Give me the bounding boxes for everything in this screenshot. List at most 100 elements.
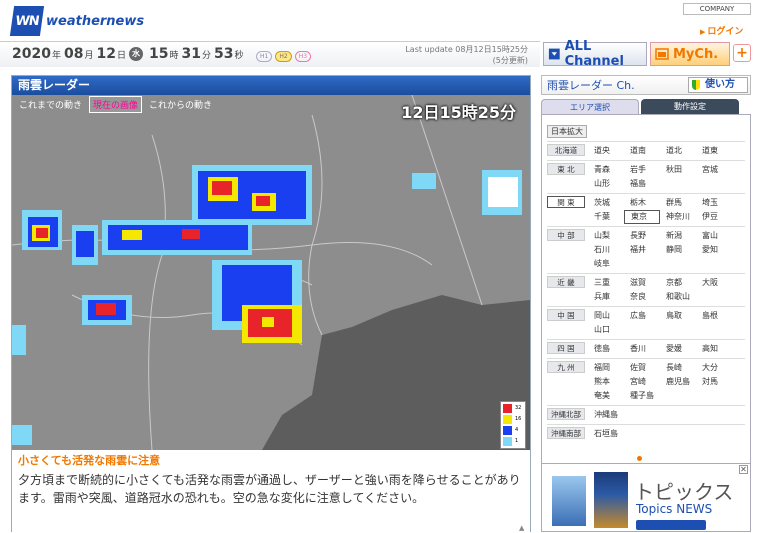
forecast-comment: 小さくても活発な雨雲に注意 夕方頃まで断続的に小さくても活発な雨雲が通過し、ザー… [12, 450, 530, 533]
region-row: 沖縄北部 沖縄島 [547, 405, 745, 424]
my-channel-tab[interactable]: MyCh. [650, 42, 730, 66]
region-row: 沖縄南部 石垣島 [547, 424, 745, 443]
add-channel-button[interactable]: + [733, 44, 751, 62]
prefecture-link[interactable]: 鹿児島 [660, 375, 696, 389]
region-label[interactable]: 北海道 [547, 144, 585, 156]
region-label[interactable]: 中 部 [547, 229, 585, 241]
prefecture-link[interactable]: 愛媛 [660, 342, 696, 356]
tab-current[interactable]: 現在の画像 [89, 96, 143, 113]
prefecture-link[interactable]: 道央 [588, 144, 624, 158]
prefecture-link[interactable]: 大分 [696, 361, 732, 375]
h1-button[interactable]: H1 [256, 51, 273, 62]
comment-headline: 小さくても活発な雨雲に注意 [18, 454, 161, 467]
prefecture-link[interactable]: 岐阜 [588, 257, 624, 271]
prefecture-link[interactable]: 沖縄島 [588, 408, 624, 422]
login-link[interactable]: ログイン [700, 24, 743, 37]
prefecture-link[interactable]: 熊本 [588, 375, 624, 389]
prefecture-link[interactable]: 石垣島 [588, 427, 624, 441]
prefecture-link[interactable]: 鳥取 [660, 309, 696, 323]
prefecture-link[interactable]: 静岡 [660, 243, 696, 257]
prefecture-link[interactable]: 山形 [588, 177, 624, 191]
prefecture-link[interactable]: 新潟 [660, 229, 696, 243]
region-row: 四 国徳島 香川 愛媛 高知 [547, 339, 745, 358]
weekday-badge: 水 [128, 47, 143, 61]
topics-banner[interactable]: ✕ トピックス Topics NEWS [541, 463, 751, 532]
prefecture-link[interactable]: 道東 [696, 144, 732, 158]
prefecture-link[interactable]: 岩手 [624, 163, 660, 177]
h2-button[interactable]: H2 [275, 51, 292, 62]
prefecture-link[interactable]: 伊豆 [696, 210, 732, 224]
region-label[interactable]: 沖縄南部 [547, 427, 585, 439]
prefecture-link[interactable]: 和歌山 [660, 290, 696, 304]
region-label[interactable]: 中 国 [547, 309, 585, 321]
prefecture-list: 三重 滋賀 京都 大阪兵庫 奈良 和歌山 [588, 276, 738, 304]
prefecture-link[interactable]: 香川 [624, 342, 660, 356]
prefecture-link[interactable]: 奈良 [624, 290, 660, 304]
prefecture-link[interactable]: 対馬 [696, 375, 732, 389]
prefecture-link[interactable]: 富山 [696, 229, 732, 243]
tab-past[interactable]: これまでの動き [16, 97, 85, 112]
legend-swatch-blue [503, 426, 512, 435]
prefecture-link[interactable]: 東京 [624, 210, 660, 224]
prefecture-link[interactable]: 京都 [660, 276, 696, 290]
tab-area-select[interactable]: エリア選択 [541, 99, 639, 114]
radar-map[interactable]: 12日15時25分 32 16 4 1 [12, 95, 530, 450]
prefecture-link[interactable]: 茨城 [588, 196, 624, 210]
folder-icon [655, 48, 669, 60]
region-label[interactable]: 四 国 [547, 342, 585, 354]
prefecture-link[interactable]: 広島 [624, 309, 660, 323]
prefecture-link[interactable]: 秋田 [660, 163, 696, 177]
prefecture-link[interactable]: 島根 [696, 309, 732, 323]
region-label[interactable]: 九 州 [547, 361, 585, 373]
legend-label: 1 [515, 438, 519, 444]
prefecture-link[interactable]: 神奈川 [660, 210, 696, 224]
comment-body: 夕方頃まで断続的に小さくても活発な雨雲が通過し、ザーザーと強い雨を降らせることが… [18, 473, 521, 505]
prefecture-link[interactable]: 道南 [624, 144, 660, 158]
japan-zoom-button[interactable]: 日本拡大 [547, 125, 587, 138]
prefecture-link[interactable]: 徳島 [588, 342, 624, 356]
prefecture-link[interactable]: 高知 [696, 342, 732, 356]
h3-button[interactable]: H3 [294, 51, 312, 62]
pager-dot[interactable] [637, 456, 642, 461]
prefecture-link[interactable]: 道北 [660, 144, 696, 158]
all-channel-tab[interactable]: ALL Channel [543, 39, 647, 69]
region-label[interactable]: 東 北 [547, 163, 585, 175]
region-label[interactable]: 関 東 [547, 196, 585, 208]
prefecture-link[interactable]: 青森 [588, 163, 624, 177]
prefecture-link[interactable]: 長崎 [660, 361, 696, 375]
prefecture-link[interactable]: 宮崎 [624, 375, 660, 389]
prefecture-link[interactable]: 大阪 [696, 276, 732, 290]
prefecture-link[interactable]: 千葉 [588, 210, 624, 224]
prefecture-link[interactable]: 愛知 [696, 243, 732, 257]
prefecture-link[interactable]: 福岡 [588, 361, 624, 375]
prefecture-link[interactable]: 佐賀 [624, 361, 660, 375]
prefecture-link[interactable]: 奄美 [588, 389, 624, 403]
prefecture-link[interactable]: 栃木 [624, 196, 660, 210]
prefecture-link[interactable]: 三重 [588, 276, 624, 290]
panel-tabs: これまでの動き 現在の画像 これからの動き [12, 95, 215, 114]
prefecture-link[interactable]: 種子島 [624, 389, 660, 403]
prefecture-link[interactable]: 石川 [588, 243, 624, 257]
close-icon[interactable]: ✕ [739, 465, 748, 474]
prefecture-link[interactable]: 滋賀 [624, 276, 660, 290]
company-link[interactable]: COMPANY [683, 3, 751, 15]
prefecture-link[interactable]: 山口 [588, 323, 624, 337]
tab-future[interactable]: これからの動き [146, 97, 215, 112]
prefecture-link[interactable]: 宮城 [696, 163, 732, 177]
prefecture-link[interactable]: 埼玉 [696, 196, 732, 210]
tab-settings[interactable]: 動作設定 [641, 99, 739, 114]
region-label[interactable]: 沖縄北部 [547, 408, 585, 420]
prefecture-link[interactable]: 長野 [624, 229, 660, 243]
region-label[interactable]: 近 畿 [547, 276, 585, 288]
prefecture-link[interactable]: 福井 [624, 243, 660, 257]
region-row: 近 畿三重 滋賀 京都 大阪兵庫 奈良 和歌山 [547, 273, 745, 306]
legend-swatch-light [503, 437, 512, 446]
prefecture-link[interactable]: 群馬 [660, 196, 696, 210]
prefecture-link[interactable]: 福島 [624, 177, 660, 191]
prefecture-link[interactable]: 山梨 [588, 229, 624, 243]
last-update: Last update 08月12日15時25分 (5分更新) [405, 45, 528, 65]
howto-button[interactable]: 使い方 [688, 77, 748, 93]
weathernews-logo[interactable]: WN weathernews [9, 6, 144, 36]
prefecture-link[interactable]: 兵庫 [588, 290, 624, 304]
prefecture-link[interactable]: 岡山 [588, 309, 624, 323]
